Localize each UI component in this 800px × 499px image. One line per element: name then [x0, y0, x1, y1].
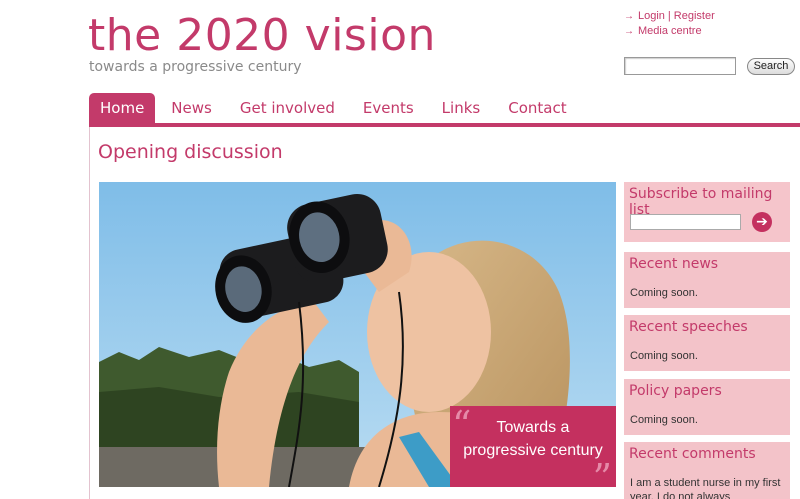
recent-news-title[interactable]: Recent news	[629, 256, 718, 272]
close-quote-icon: ”	[592, 456, 612, 499]
recent-comments-title[interactable]: Recent comments	[629, 446, 756, 462]
main-nav: Home News Get involved Events Links Cont…	[89, 93, 581, 126]
recent-speeches-title[interactable]: Recent speeches	[629, 319, 748, 335]
site-title[interactable]: the 2020 vision	[88, 8, 436, 64]
arrow-right-circle-icon[interactable]: ➔	[752, 212, 772, 232]
recent-comments-body: I am a student nurse in my first year. I…	[630, 477, 781, 499]
search-input[interactable]	[624, 57, 736, 75]
hero-quote-line-2: progressive century	[463, 442, 603, 459]
recent-speeches-body: Coming soon.	[630, 350, 698, 362]
policy-papers-title[interactable]: Policy papers	[629, 383, 722, 399]
nav-tab-links[interactable]: Links	[428, 93, 495, 124]
policy-papers-box: Policy papers Coming soon.	[624, 379, 790, 435]
media-centre-link[interactable]: Media centre	[638, 24, 702, 39]
mailing-list-box: Subscribe to mailing list ➔	[624, 182, 790, 242]
policy-papers-body: Coming soon.	[630, 414, 698, 426]
hero-quote-box: “ Towards a progressive century ”	[450, 406, 616, 497]
register-link[interactable]: Register	[674, 9, 715, 24]
hero-quote-text: Towards a progressive century	[450, 416, 616, 462]
hero-quote-line-1: Towards a	[496, 419, 570, 436]
recent-news-body: Coming soon.	[630, 287, 698, 299]
nav-tab-events[interactable]: Events	[349, 93, 428, 124]
recent-speeches-box: Recent speeches Coming soon.	[624, 315, 790, 371]
nav-tab-get-involved[interactable]: Get involved	[226, 93, 349, 124]
search-button[interactable]: Search	[747, 58, 795, 75]
nav-tab-home[interactable]: Home	[89, 93, 156, 124]
arrow-right-icon: →	[624, 26, 634, 37]
nav-tab-news[interactable]: News	[157, 93, 226, 124]
recent-comments-box: Recent comments I am a student nurse in …	[624, 442, 790, 499]
arrow-right-icon: →	[624, 11, 634, 22]
recent-news-box: Recent news Coming soon.	[624, 252, 790, 308]
login-link[interactable]: Login	[638, 9, 665, 24]
mailing-email-input[interactable]	[630, 214, 741, 230]
link-separator: |	[667, 10, 671, 22]
site-tagline: towards a progressive century	[89, 59, 302, 75]
page-heading: Opening discussion	[98, 141, 283, 163]
utility-links: → Login | Register → Media centre	[624, 9, 715, 39]
nav-tab-contact[interactable]: Contact	[494, 93, 580, 124]
